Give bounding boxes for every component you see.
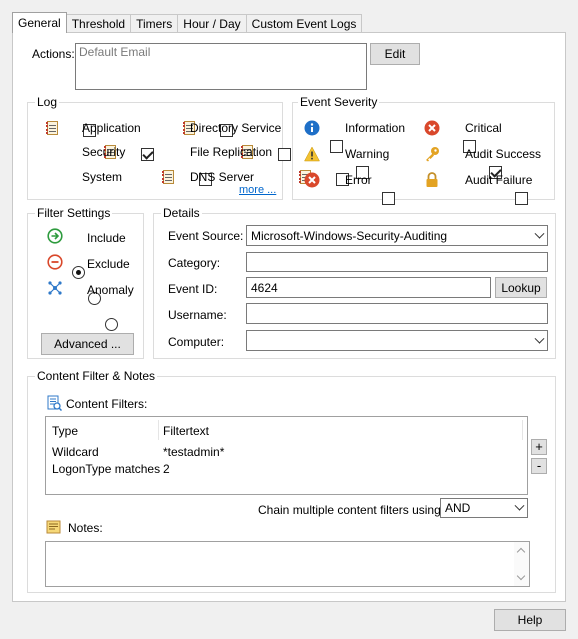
event-source-select[interactable]: Microsoft-Windows-Security-Auditing [246, 225, 548, 246]
exclude-label: Exclude [87, 257, 130, 271]
notes-scrollbar[interactable] [514, 542, 529, 586]
chevron-down-icon [534, 333, 545, 344]
table-row-cell[interactable]: 2 [163, 462, 170, 476]
lookup-button[interactable]: Lookup [495, 277, 547, 298]
content-filters-table[interactable]: Type Filtertext Wildcard *testadmin* Log… [45, 416, 528, 495]
log-group-title: Log [35, 95, 60, 109]
include-radio[interactable] [72, 266, 85, 279]
log-application-label: Application [82, 121, 141, 135]
table-row-cell[interactable]: Wildcard [52, 445, 99, 459]
filter-settings-title: Filter Settings [35, 206, 113, 220]
event-id-label: Event ID: [168, 282, 218, 296]
tab-general[interactable]: General [12, 12, 67, 33]
chain-operator-select[interactable]: AND [440, 498, 528, 518]
exclude-icon [47, 254, 63, 270]
help-button[interactable]: Help [494, 609, 566, 631]
column-header-type[interactable]: Type [52, 424, 78, 438]
tab-timers[interactable]: Timers [130, 14, 179, 33]
scroll-up-icon[interactable] [516, 547, 526, 557]
chain-filters-label: Chain multiple content filters using a [258, 503, 451, 517]
warning-icon [304, 146, 320, 162]
username-label: Username: [168, 308, 227, 322]
tab-custom-event-logs[interactable]: Custom Event Logs [245, 14, 363, 33]
severity-error-label: Error [345, 173, 372, 187]
computer-select[interactable] [246, 330, 548, 351]
lock-icon [426, 172, 438, 187]
column-separator [522, 420, 523, 440]
notes-textarea[interactable] [45, 541, 530, 587]
event-source-value: Microsoft-Windows-Security-Auditing [251, 229, 448, 243]
event-source-label: Event Source: [168, 229, 244, 243]
log-security-label: Security [82, 145, 126, 159]
severity-audit-failure-label: Audit Failure [465, 173, 533, 187]
table-row-cell[interactable]: LogonType matches [52, 462, 160, 476]
severity-information-label: Information [345, 121, 406, 135]
event-id-field[interactable]: 4624 [246, 277, 491, 298]
log-security-checkbox[interactable] [141, 148, 154, 161]
add-filter-button[interactable]: + [531, 439, 547, 455]
details-title: Details [161, 206, 202, 220]
content-filters-label: Content Filters: [66, 397, 148, 411]
severity-audit-success-label: Audit Success [465, 147, 542, 161]
log-file-replication-checkbox[interactable] [278, 148, 291, 161]
notes-icon [46, 520, 61, 534]
chevron-down-icon [514, 500, 525, 511]
info-icon [304, 120, 320, 136]
severity-audit-failure-checkbox[interactable] [515, 192, 528, 205]
column-separator [158, 420, 159, 440]
content-filter-notes-title: Content Filter & Notes [35, 369, 158, 383]
log-directory-service-label: Directory Service [190, 121, 282, 135]
event-log-icon [45, 120, 61, 136]
log-dns-server-label: DNS Server [190, 170, 255, 184]
tab-strip: General Threshold Timers Hour / Day Cust… [12, 12, 363, 33]
tab-hour-day[interactable]: Hour / Day [177, 14, 247, 33]
tab-threshold[interactable]: Threshold [65, 14, 132, 33]
scroll-down-icon[interactable] [516, 571, 526, 581]
actions-field[interactable]: Default Email [75, 43, 367, 90]
severity-warning-label: Warning [345, 147, 390, 161]
log-system-label: System [82, 170, 123, 184]
include-label: Include [87, 231, 126, 245]
chain-operator-value: AND [445, 501, 471, 515]
critical-icon [424, 120, 440, 136]
include-icon [47, 228, 63, 244]
error-icon [304, 172, 320, 188]
more-logs-link[interactable]: more ... [239, 184, 276, 196]
log-file-replication-label: File Replication [190, 145, 273, 159]
chevron-down-icon [534, 228, 545, 239]
edit-actions-button[interactable]: Edit [370, 43, 420, 65]
content-filter-icon [47, 395, 62, 411]
category-field[interactable] [246, 252, 548, 272]
anomaly-radio[interactable] [104, 318, 118, 331]
advanced-button[interactable]: Advanced ... [41, 333, 134, 355]
table-row-cell[interactable]: *testadmin* [163, 445, 224, 459]
remove-filter-button[interactable]: - [531, 458, 547, 474]
actions-label: Actions: [32, 47, 75, 61]
category-label: Category: [168, 256, 221, 270]
anomaly-label: Anomaly [87, 283, 134, 297]
severity-information-checkbox[interactable] [330, 140, 343, 153]
event-severity-title: Event Severity [298, 95, 380, 109]
anomaly-icon [48, 281, 62, 295]
computer-label: Computer: [168, 335, 225, 349]
event-log-icon [161, 169, 177, 185]
username-field[interactable] [246, 303, 548, 324]
severity-error-checkbox[interactable] [382, 192, 395, 205]
severity-critical-label: Critical [465, 121, 502, 135]
key-icon [426, 147, 439, 162]
notes-label: Notes: [68, 521, 103, 535]
column-header-filtertext[interactable]: Filtertext [163, 424, 209, 438]
